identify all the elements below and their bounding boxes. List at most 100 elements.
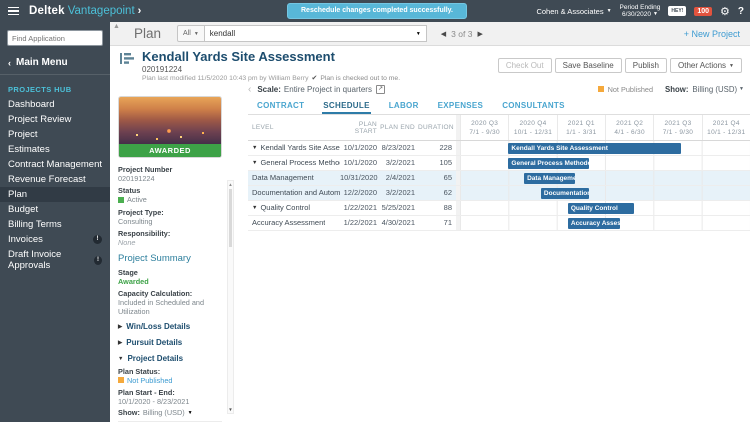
plan-end-cell[interactable]: 3/2/2021 <box>380 186 418 200</box>
scroll-up-icon[interactable]: ▲ <box>228 181 233 188</box>
task-level-cell: Documentation and Automation <box>248 186 340 200</box>
plan-start-cell[interactable]: 10/1/2020 <box>340 156 380 170</box>
tab-consultants[interactable]: CONSULTANTS <box>501 98 566 114</box>
plan-actions: Check Out Save Baseline Publish Other Ac… <box>497 50 742 80</box>
sidebar-item-draft-invoice-approvals[interactable]: Draft Invoice Approvals! <box>0 247 110 273</box>
quarter-range: 1/1 - 3/31 <box>566 129 597 136</box>
collapse-panel-icon[interactable]: ‹ <box>248 84 251 95</box>
schedule-row-quality-control[interactable]: ▼ Quality Control 1/22/2021 5/25/2021 88 Qual… <box>248 201 750 216</box>
hamburger-menu-icon[interactable] <box>8 6 19 16</box>
panel-show-label: Show: <box>118 408 140 417</box>
scale-edit-icon[interactable]: ↗ <box>375 84 385 94</box>
not-published-square <box>118 377 124 384</box>
chevron-down-icon[interactable]: ▼ <box>416 31 421 37</box>
plan-end-cell[interactable]: 8/23/2021 <box>380 141 418 155</box>
duration-cell[interactable]: 105 <box>418 156 456 170</box>
sidebar-item-project[interactable]: Project <box>0 127 110 142</box>
search-input[interactable] <box>209 29 416 38</box>
panel-show-dropdown[interactable]: Show: Billing (USD) ▼ <box>118 408 222 418</box>
gantt-bar-documentation-and-automation[interactable]: Documentation ... <box>540 188 589 199</box>
duration-cell[interactable]: 65 <box>418 171 456 185</box>
show-currency-dropdown[interactable]: Billing (USD) ▼ <box>692 85 744 94</box>
collapse-toolbar-icon[interactable]: ▲ <box>113 23 120 30</box>
next-record-icon[interactable]: ▶ <box>477 30 482 38</box>
column-header-level[interactable]: LEVEL <box>248 115 340 140</box>
plan-end-cell[interactable]: 3/2/2021 <box>380 156 418 170</box>
quarter-range: 4/1 - 6/30 <box>614 129 645 136</box>
brand-logo[interactable]: Deltek Vantagepoint › <box>29 5 141 17</box>
search-filter-dropdown[interactable]: All ▼ <box>177 25 205 42</box>
other-actions-button[interactable]: Other Actions ▼ <box>670 58 742 73</box>
section-label: Pursuit Details <box>126 337 183 347</box>
sidebar-item-contract-management[interactable]: Contract Management <box>0 157 110 172</box>
task-name: Data Management <box>252 173 314 182</box>
sidebar-item-plan[interactable]: Plan <box>0 187 110 202</box>
main-menu-button[interactable]: ‹ Main Menu <box>0 52 110 75</box>
section-toggle-pursuit-details[interactable]: ▶ Pursuit Details <box>118 338 222 348</box>
sidebar-section-label: PROJECTS HUB <box>8 85 72 94</box>
plan-start-cell[interactable]: 10/1/2020 <box>340 141 380 155</box>
duration-cell[interactable]: 88 <box>418 201 456 215</box>
plan-end-cell[interactable]: 2/4/2021 <box>380 171 418 185</box>
duration-cell[interactable]: 228 <box>418 141 456 155</box>
sidebar-item-invoices[interactable]: Invoices! <box>0 232 110 247</box>
company-selector[interactable]: Cohen & Associates ▼ <box>536 7 611 16</box>
prev-record-icon[interactable]: ◀ <box>441 30 446 38</box>
plan-start-cell[interactable]: 12/2/2020 <box>340 186 380 200</box>
schedule-row-documentation-and-automation[interactable]: Documentation and Automation12/2/20203/2… <box>248 186 750 201</box>
sidebar-item-revenue-forecast[interactable]: Revenue Forecast <box>0 172 110 187</box>
gantt-bar-kendall-yards-site-assessment[interactable]: Kendall Yards Site Assessment <box>508 143 682 154</box>
tab-labor[interactable]: LABOR <box>388 98 420 114</box>
duration-cell[interactable]: 71 <box>418 216 456 230</box>
sidebar-item-billing-terms[interactable]: Billing Terms <box>0 217 110 232</box>
task-name: Quality Control <box>260 203 311 212</box>
publish-button[interactable]: Publish <box>624 58 668 73</box>
duration-cell[interactable]: 62 <box>418 186 456 200</box>
gantt-bar-accuracy-assessment[interactable]: Accuracy Assessment <box>567 218 621 229</box>
column-header-plan-end[interactable]: PLAN END <box>380 124 418 131</box>
column-header-plan-start[interactable]: PLAN START <box>340 121 380 135</box>
gear-icon[interactable]: ⚙ <box>720 5 730 18</box>
scroll-down-icon[interactable]: ▼ <box>228 406 233 413</box>
sidebar-item-project-review[interactable]: Project Review <box>0 112 110 127</box>
find-application-input[interactable] <box>7 30 103 46</box>
column-header-duration[interactable]: DURATION <box>418 124 456 131</box>
plan-status-value[interactable]: Not Published <box>127 376 172 386</box>
gantt-bar-quality-control[interactable]: Quality Control <box>567 203 635 214</box>
new-project-button[interactable]: + New Project <box>684 29 740 39</box>
plan-start-cell[interactable]: 1/22/2021 <box>340 216 380 230</box>
sidebar-item-dashboard[interactable]: Dashboard <box>0 97 110 112</box>
tab-schedule[interactable]: SCHEDULE <box>322 98 371 114</box>
hey-assistant-icon[interactable]: HEY! <box>668 6 687 16</box>
sidebar-item-budget[interactable]: Budget <box>0 202 110 217</box>
period-ending-selector[interactable]: Period Ending 6/30/2020 ▼ <box>620 4 661 19</box>
collapse-row-icon[interactable]: ▼ <box>252 141 257 155</box>
collapse-row-icon[interactable]: ▼ <box>252 201 257 215</box>
scrollbar-thumb[interactable] <box>229 189 232 247</box>
section-toggle-win-loss-details[interactable]: ▶ Win/Loss Details <box>118 322 222 332</box>
tab-contract[interactable]: CONTRACT <box>256 98 305 114</box>
section-toggle-project-details[interactable]: ▼ Project Details <box>118 354 222 364</box>
collapse-row-icon[interactable]: ▼ <box>252 156 257 170</box>
checkmark-icon: ✔ <box>311 75 318 82</box>
schedule-row-accuracy-assessment[interactable]: Accuracy Assessment 1/22/2021 4/30/2021 71 A… <box>248 216 750 231</box>
sidebar-item-label: Project Review <box>8 114 72 125</box>
help-icon[interactable]: ? <box>738 6 744 17</box>
gantt-bar-data-management[interactable]: Data Management <box>524 173 575 184</box>
sidebar-item-estimates[interactable]: Estimates <box>0 142 110 157</box>
panel-scrollbar[interactable]: ▲ ▼ <box>227 180 234 414</box>
schedule-row-data-management[interactable]: Data Management 10/31/2020 2/4/2021 65 Data … <box>248 171 750 186</box>
schedule-row-kendall-yards-site-assessment[interactable]: ▼ Kendall Yards Site Assessment 10/1/20208… <box>248 141 750 156</box>
check-out-button[interactable]: Check Out <box>497 58 552 73</box>
gantt-bar-general-process-methodology[interactable]: General Process Methodology <box>508 158 590 169</box>
plan-toolbar: ▲ Plan All ▼ ▼ ◀ 3 of 3 ▶ + New Project <box>110 22 750 46</box>
plan-start-cell[interactable]: 1/22/2021 <box>340 201 380 215</box>
tab-expenses[interactable]: EXPENSES <box>437 98 485 114</box>
notification-banner[interactable]: Reschedule changes completed successfull… <box>287 3 467 19</box>
schedule-row-general-process-methodology[interactable]: ▼ General Process Methodology 10/1/20203/2… <box>248 156 750 171</box>
plan-end-cell[interactable]: 4/30/2021 <box>380 216 418 230</box>
save-baseline-button[interactable]: Save Baseline <box>554 58 622 73</box>
notification-count-badge[interactable]: 100 <box>694 6 713 16</box>
plan-end-cell[interactable]: 5/25/2021 <box>380 201 418 215</box>
plan-start-cell[interactable]: 10/31/2020 <box>340 171 380 185</box>
